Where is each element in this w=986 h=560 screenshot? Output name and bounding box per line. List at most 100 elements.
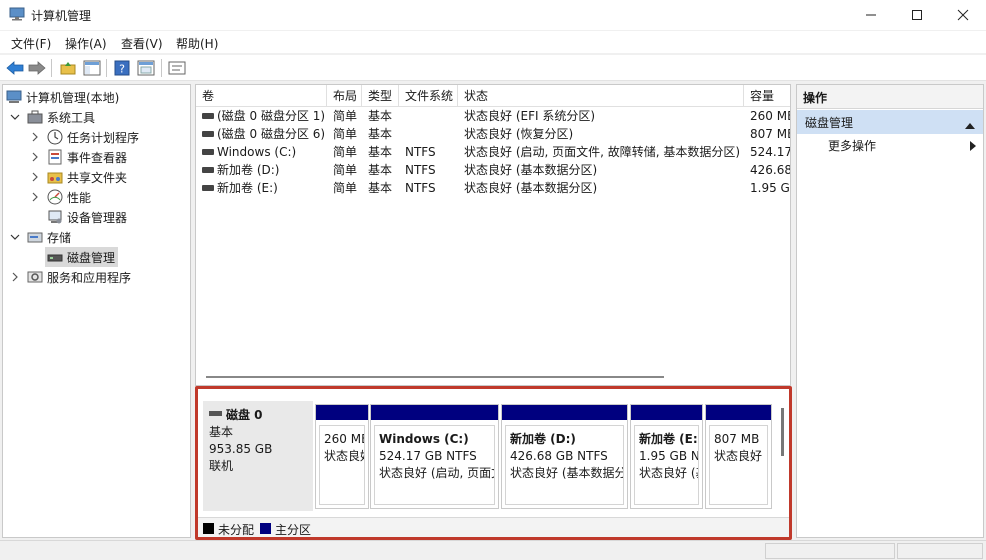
partition-e[interactable]: 新加卷 (E:) 1.95 GB NTFS 状态良好 (基本数据分区 — [630, 404, 703, 509]
table-row[interactable]: (磁盘 0 磁盘分区 6) 简单 基本 状态良好 (恢复分区) 807 MB — [196, 125, 791, 143]
tree-item-device-manager[interactable]: 设备管理器 — [47, 207, 127, 227]
tree-item-disk-management[interactable]: 磁盘管理 — [45, 247, 119, 267]
table-row[interactable]: (磁盘 0 磁盘分区 1) 简单 基本 状态良好 (EFI 系统分区) 260 … — [196, 107, 791, 125]
cell-status: 状态良好 (EFI 系统分区) — [464, 109, 596, 123]
cell-capacity: 807 MB — [750, 127, 791, 141]
column-status[interactable]: 状态 — [458, 85, 744, 107]
tree-root-label: 计算机管理(本地) — [26, 90, 120, 105]
performance-icon — [47, 189, 63, 205]
tree-item-label: 设备管理器 — [67, 210, 128, 225]
title-bar: 计算机管理 — [0, 0, 986, 30]
status-segment — [765, 543, 895, 559]
minimize-button[interactable] — [848, 0, 894, 30]
column-filesystem[interactable]: 文件系统 — [399, 85, 458, 107]
partition-body: Windows (C:) 524.17 GB NTFS 状态良好 (启动, 页面… — [374, 425, 495, 505]
tree-item-event-viewer[interactable]: 事件查看器 — [29, 147, 127, 167]
table-row[interactable]: Windows (C:) 简单 基本 NTFS 状态良好 (启动, 页面文件, … — [196, 143, 790, 161]
partition-title: 新加卷 (D:) — [510, 432, 576, 446]
chevron-right-icon[interactable] — [29, 171, 41, 183]
cell-status: 状态良好 (恢复分区) — [464, 127, 574, 141]
partition-efi[interactable]: 260 MB 状态良好 — [315, 404, 369, 509]
horizontal-scrollbar[interactable] — [206, 376, 664, 378]
partition-size: 260 MB — [324, 432, 365, 446]
tree-root[interactable]: 计算机管理(本地) — [6, 87, 119, 107]
toolbar-separator — [51, 59, 52, 77]
partition-status: 状态良好 — [714, 449, 763, 463]
computer-management-icon — [9, 7, 25, 21]
chevron-down-icon[interactable] — [9, 111, 21, 123]
chevron-down-icon[interactable] — [9, 231, 21, 243]
computer-management-icon — [6, 89, 22, 105]
column-type[interactable]: 类型 — [362, 85, 399, 107]
forward-icon[interactable] — [27, 58, 47, 78]
cell-filesystem: NTFS — [405, 163, 436, 177]
more-actions-item[interactable]: 更多操作 — [828, 137, 876, 154]
partition-status: 状态良好 (基本数据分区 — [639, 466, 698, 480]
vertical-scrollbar[interactable] — [781, 408, 784, 456]
column-volume[interactable]: 卷 — [196, 85, 327, 107]
cell-volume: Windows (C:) — [196, 143, 327, 161]
chevron-right-icon[interactable] — [9, 271, 21, 283]
menu-action[interactable]: 操作(A) — [65, 35, 107, 52]
tree-item-services-apps[interactable]: 服务和应用程序 — [9, 267, 131, 287]
volume-list: 卷 布局 类型 文件系统 状态 容量 (磁盘 0 磁盘分区 1) 简单 基本 状… — [195, 84, 791, 386]
tree-item-performance[interactable]: 性能 — [29, 187, 91, 207]
partition-body: 807 MB 状态良好 — [709, 425, 768, 505]
close-button[interactable] — [940, 0, 986, 30]
toolbox-icon — [27, 109, 43, 125]
chevron-right-icon[interactable] — [29, 191, 41, 203]
tree-item-system-tools[interactable]: 系统工具 — [9, 107, 95, 127]
cell-volume: 新加卷 (D:) — [196, 161, 327, 179]
collapse-up-icon[interactable] — [965, 118, 975, 132]
properties-icon[interactable] — [136, 58, 156, 78]
console-icon[interactable] — [167, 58, 187, 78]
cell-layout: 简单 — [333, 127, 358, 141]
volume-icon — [202, 130, 214, 137]
partition-body: 新加卷 (E:) 1.95 GB NTFS 状态良好 (基本数据分区 — [634, 425, 699, 505]
tree-item-storage[interactable]: 存储 — [9, 227, 71, 247]
svg-text:?: ? — [119, 63, 125, 76]
help-icon[interactable]: ? — [112, 58, 132, 78]
partition-header — [371, 405, 498, 420]
cell-filesystem — [399, 125, 458, 143]
window-title: 计算机管理 — [31, 9, 92, 23]
cell-filesystem — [399, 107, 458, 125]
cell-volume: 新加卷 (E:) — [196, 179, 327, 197]
cell-type: 基本 — [368, 145, 393, 159]
cell-capacity: 1.95 GB — [750, 181, 790, 195]
tree-item-task-scheduler[interactable]: 任务计划程序 — [29, 127, 139, 147]
maximize-button[interactable] — [894, 0, 940, 30]
partition-c[interactable]: Windows (C:) 524.17 GB NTFS 状态良好 (启动, 页面… — [370, 404, 499, 509]
back-icon[interactable] — [5, 58, 25, 78]
cell-layout: 简单 — [333, 163, 358, 177]
submenu-arrow-icon[interactable] — [970, 140, 976, 154]
tree-item-shared-folders[interactable]: 共享文件夹 — [29, 167, 127, 187]
chevron-right-icon[interactable] — [29, 131, 41, 143]
disk-info-panel[interactable]: 磁盘 0 基本 953.85 GB 联机 — [203, 401, 313, 511]
partition-body: 新加卷 (D:) 426.68 GB NTFS 状态良好 (基本数据分区 — [505, 425, 624, 505]
partition-d[interactable]: 新加卷 (D:) 426.68 GB NTFS 状态良好 (基本数据分区 — [501, 404, 628, 509]
tree-item-label: 服务和应用程序 — [47, 270, 132, 285]
legend-label-unallocated: 未分配 — [218, 523, 255, 537]
partition-title: 新加卷 (E:) — [639, 432, 699, 446]
menu-file[interactable]: 文件(F) — [11, 35, 51, 52]
cell-type: 基本 — [368, 163, 393, 177]
menu-bar: 文件(F) 操作(A) 查看(V) 帮助(H) — [0, 31, 986, 53]
cell-status: 状态良好 (基本数据分区) — [464, 181, 598, 195]
partition-header — [502, 405, 627, 420]
shared-folder-icon — [47, 169, 63, 185]
menu-view[interactable]: 查看(V) — [121, 35, 163, 52]
cell-filesystem: NTFS — [405, 181, 436, 195]
show-hide-tree-icon[interactable] — [82, 58, 102, 78]
menu-help[interactable]: 帮助(H) — [176, 35, 218, 52]
tree-item-label: 事件查看器 — [67, 150, 128, 165]
table-row[interactable]: 新加卷 (D:) 简单 基本 NTFS 状态良好 (基本数据分区) 426.68 — [196, 161, 790, 179]
partition-recovery[interactable]: 807 MB 状态良好 — [705, 404, 772, 509]
column-capacity[interactable]: 容量 — [744, 85, 790, 107]
column-layout[interactable]: 布局 — [327, 85, 362, 107]
up-folder-icon[interactable] — [58, 58, 78, 78]
chevron-right-icon[interactable] — [29, 151, 41, 163]
table-row[interactable]: 新加卷 (E:) 简单 基本 NTFS 状态良好 (基本数据分区) 1.95 G… — [196, 179, 790, 197]
actions-section-disk-management[interactable]: 磁盘管理 — [797, 110, 983, 134]
cell-capacity: 260 MB — [750, 109, 791, 123]
